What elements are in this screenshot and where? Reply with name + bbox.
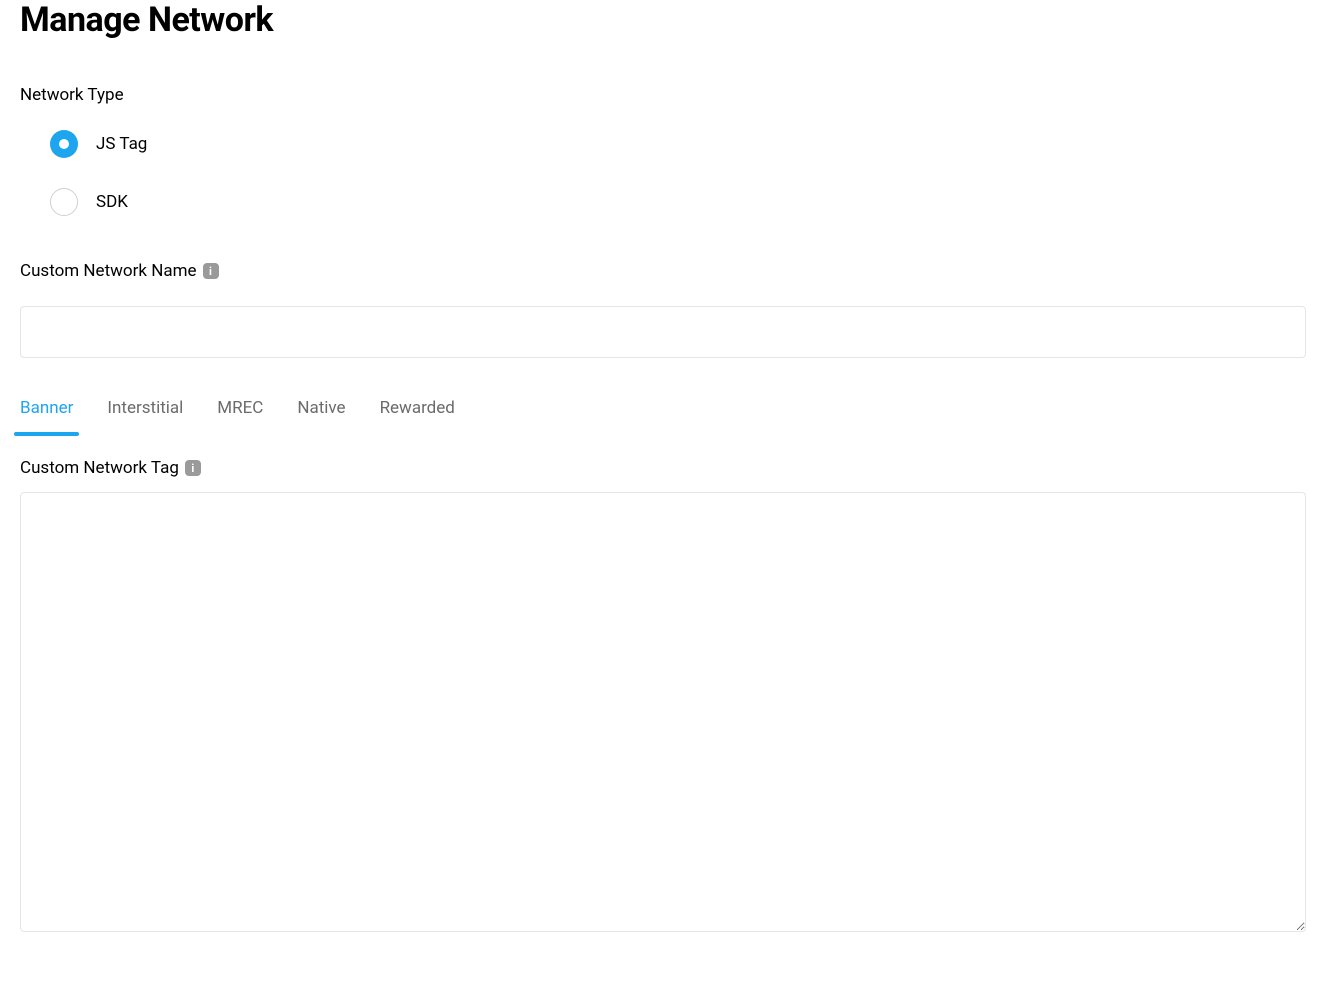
custom-network-name-label-text: Custom Network Name bbox=[20, 261, 197, 281]
page-title: Manage Network bbox=[20, 0, 1306, 40]
radio-unselected-icon bbox=[50, 188, 78, 216]
info-icon[interactable]: i bbox=[203, 263, 219, 279]
radio-sdk-label: SDK bbox=[96, 192, 128, 212]
ad-format-tabs: Banner Interstitial MREC Native Rewarded bbox=[20, 398, 1306, 436]
radio-sdk[interactable]: SDK bbox=[50, 188, 1306, 216]
network-type-label: Network Type bbox=[20, 85, 1306, 105]
network-type-label-text: Network Type bbox=[20, 85, 124, 105]
custom-network-tag-label-text: Custom Network Tag bbox=[20, 458, 179, 478]
radio-js-tag-label: JS Tag bbox=[96, 134, 147, 154]
custom-network-tag-label: Custom Network Tag i bbox=[20, 458, 1306, 478]
tab-mrec[interactable]: MREC bbox=[217, 398, 263, 436]
tab-rewarded[interactable]: Rewarded bbox=[380, 398, 455, 436]
info-icon[interactable]: i bbox=[185, 460, 201, 476]
network-type-radio-group: JS Tag SDK bbox=[20, 130, 1306, 216]
tab-banner[interactable]: Banner bbox=[20, 398, 73, 436]
custom-network-tag-textarea[interactable] bbox=[20, 492, 1306, 932]
custom-network-name-input[interactable] bbox=[20, 306, 1306, 358]
radio-selected-icon bbox=[50, 130, 78, 158]
radio-js-tag[interactable]: JS Tag bbox=[50, 130, 1306, 158]
tab-native[interactable]: Native bbox=[297, 398, 345, 436]
custom-network-name-label: Custom Network Name i bbox=[20, 261, 1306, 281]
tab-interstitial[interactable]: Interstitial bbox=[107, 398, 183, 436]
